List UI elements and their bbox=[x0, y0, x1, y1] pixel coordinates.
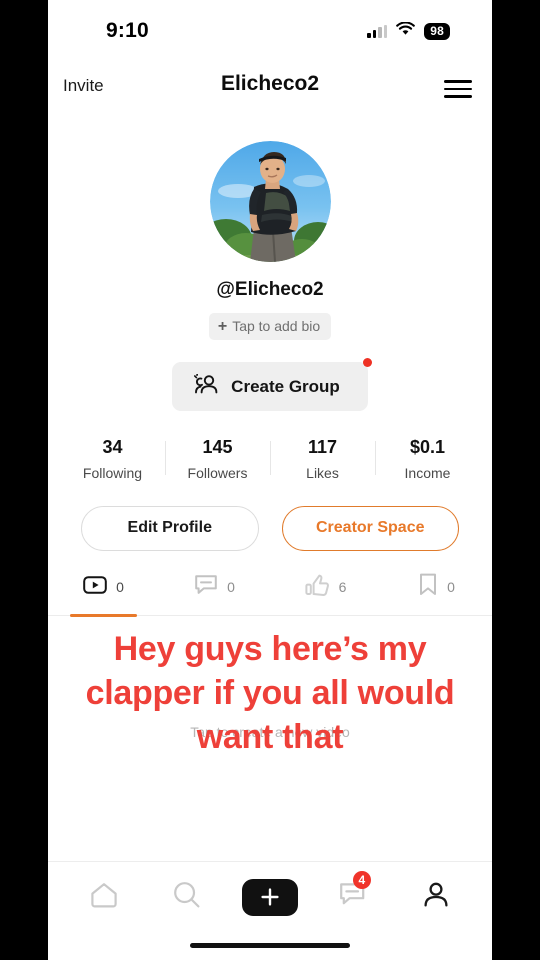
nav-item-messages[interactable]: 4 bbox=[312, 862, 395, 932]
tab-count: 0 bbox=[116, 579, 124, 595]
notification-dot bbox=[362, 358, 372, 367]
plus-icon bbox=[261, 888, 279, 906]
nav-header: Invite Elicheco2 bbox=[48, 62, 492, 118]
edit-profile-button[interactable]: Edit Profile bbox=[81, 506, 259, 551]
comment-bubble-icon bbox=[194, 574, 218, 600]
nav-item-home[interactable] bbox=[62, 862, 145, 932]
stat-label: Income bbox=[404, 465, 451, 481]
tab-comments[interactable]: 0 bbox=[159, 573, 270, 615]
tab-count: 0 bbox=[227, 579, 235, 595]
nav-item-profile[interactable] bbox=[395, 862, 478, 932]
tab-likes[interactable]: 6 bbox=[270, 573, 381, 615]
home-icon bbox=[89, 881, 119, 914]
empty-state-hint: Tap to create a new video bbox=[190, 724, 350, 740]
tab-count: 0 bbox=[447, 579, 455, 595]
stat-followers[interactable]: 145 Followers bbox=[165, 437, 270, 481]
stat-value: 117 bbox=[307, 437, 338, 457]
content-tabs: 0 0 6 0 bbox=[48, 573, 492, 617]
wifi-icon bbox=[396, 21, 416, 41]
create-group-button[interactable]: Create Group bbox=[172, 358, 372, 411]
status-bar: 9:10 98 bbox=[48, 0, 492, 62]
tab-videos[interactable]: 0 bbox=[48, 573, 159, 615]
stat-value: 145 bbox=[202, 437, 233, 457]
bookmark-icon bbox=[418, 573, 438, 601]
person-icon bbox=[422, 881, 450, 914]
stats-row: 34 Following 145 Followers 117 Likes $0.… bbox=[48, 437, 492, 481]
stat-likes[interactable]: 117 Likes bbox=[270, 437, 375, 481]
phone-screen: 9:10 98 Invite Elicheco2 @Elicheco2 + Ta… bbox=[48, 0, 492, 960]
stat-label: Following bbox=[82, 465, 143, 481]
create-group-row: Create Group bbox=[48, 358, 492, 411]
thumbs-up-icon bbox=[304, 574, 330, 601]
status-bar-indicators: 98 bbox=[367, 21, 450, 41]
create-group-label: Create Group bbox=[231, 376, 340, 396]
home-indicator bbox=[190, 943, 350, 948]
action-row: Edit Profile Creator Space bbox=[48, 506, 492, 551]
empty-state[interactable]: Tap to create a new video bbox=[48, 616, 492, 816]
profile-block: @Elicheco2 + Tap to add bio Create Group bbox=[48, 118, 492, 411]
add-bio-button[interactable]: + Tap to add bio bbox=[208, 313, 332, 340]
hamburger-menu-icon[interactable] bbox=[444, 78, 472, 100]
creator-space-button[interactable]: Creator Space bbox=[281, 506, 459, 551]
nav-item-search[interactable] bbox=[145, 862, 228, 932]
plus-icon: + bbox=[217, 317, 228, 335]
stat-income[interactable]: $0.1 Income bbox=[375, 437, 480, 481]
page-title: Elicheco2 bbox=[220, 72, 320, 95]
video-play-icon bbox=[83, 575, 107, 600]
people-group-icon bbox=[194, 373, 220, 399]
cellular-signal-icon bbox=[367, 24, 388, 38]
search-icon bbox=[172, 880, 201, 914]
stat-label: Likes bbox=[306, 465, 339, 481]
profile-handle: @Elicheco2 bbox=[216, 279, 324, 300]
tab-bookmarks[interactable]: 0 bbox=[381, 573, 492, 615]
battery-icon: 98 bbox=[424, 23, 450, 40]
tab-count: 6 bbox=[338, 579, 347, 595]
create-button[interactable] bbox=[242, 878, 298, 916]
add-bio-label: Tap to add bio bbox=[232, 318, 321, 334]
avatar[interactable] bbox=[209, 141, 331, 262]
stat-label: Followers bbox=[187, 465, 248, 481]
message-badge: 4 bbox=[352, 871, 371, 889]
bottom-nav: 4 bbox=[48, 861, 492, 960]
stat-value: $0.1 bbox=[409, 437, 446, 457]
stat-following[interactable]: 34 Following bbox=[60, 437, 165, 481]
nav-item-create[interactable] bbox=[228, 862, 311, 932]
stat-value: 34 bbox=[102, 437, 123, 457]
status-bar-time: 9:10 bbox=[106, 19, 149, 42]
